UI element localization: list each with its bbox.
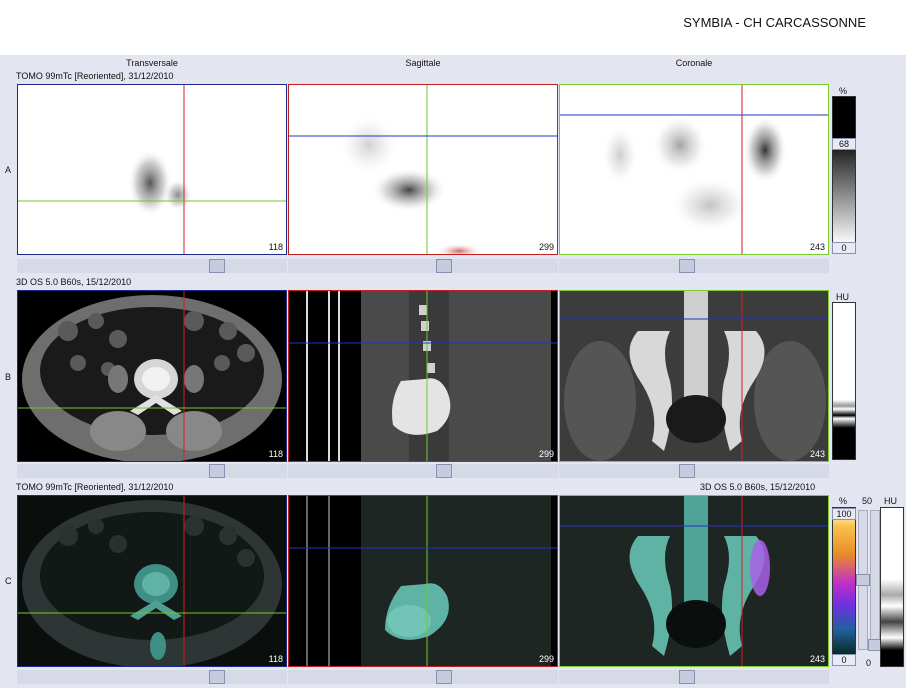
slider-thumb[interactable] [679,464,695,478]
slice-slider-b-transversal[interactable] [17,464,287,478]
viewport-c-sagittal[interactable]: 299 [288,495,558,667]
scale-c-unit-percent: % [839,496,848,506]
slider-thumb[interactable] [856,574,870,586]
site-title: SYMBIA - CH CARCASSONNE [683,15,866,30]
scale-a-marker-value[interactable]: 68 [832,138,856,150]
scale-b-unit: HU [836,292,849,302]
scale-c-blend-value: 50 [862,496,873,506]
slider-thumb[interactable] [436,464,452,478]
slice-slider-a-coronal[interactable] [559,259,829,273]
row-letter-b: B [5,372,12,382]
scale-c-level-slider[interactable] [856,510,870,650]
viewport-a-coronal[interactable]: 243 [559,84,829,255]
slice-slider-b-sagittal[interactable] [288,464,558,478]
slice-slider-c-coronal[interactable] [559,670,829,684]
column-label-coronal: Coronale [675,58,713,68]
row-b-series-info: 3D OS 5.0 B60s, 15/12/2010 [16,277,132,287]
viewport-b-coronal[interactable]: 243 [559,290,829,462]
slider-thumb[interactable] [679,259,695,273]
viewport-b-sagittal[interactable]: 299 [288,290,558,462]
slice-number: 243 [809,242,825,252]
row-c-series-info-right: 3D OS 5.0 B60s, 15/12/2010 [700,482,816,492]
viewport-a-sagittal[interactable]: 299 [288,84,558,255]
scale-c-unit-hu: HU [884,496,897,506]
slice-slider-a-transversal[interactable] [17,259,287,273]
slider-thumb[interactable] [436,259,452,273]
row-letter-a: A [5,165,12,175]
scale-c-hu-colorbar [880,507,904,667]
slice-number: 118 [268,654,283,664]
slice-number: 299 [538,242,554,252]
blend-slider[interactable] [868,510,882,651]
slice-number: 299 [538,449,554,459]
row-c-series-info-left: TOMO 99mTc [Reoriented], 31/12/2010 [16,482,174,492]
slice-slider-b-coronal[interactable] [559,464,829,478]
scale-c-min-value[interactable]: 0 [832,654,856,666]
slice-slider-c-transversal[interactable] [17,670,287,684]
row-letter-c: C [5,576,12,586]
slider-thumb[interactable] [209,464,225,478]
header-bar: SYMBIA - CH CARCASSONNE [0,0,906,55]
slice-number: 118 [268,449,283,459]
blend-min-value: 0 [866,658,872,668]
slider-thumb[interactable] [436,670,452,684]
scale-c-colorbar [832,507,856,665]
slider-thumb[interactable] [209,259,225,273]
slider-thumb[interactable] [209,670,225,684]
slice-number: 243 [809,654,825,664]
slider-thumb[interactable] [679,670,695,684]
slice-number: 299 [538,654,554,664]
column-label-transversal: Transversale [126,58,178,68]
scale-a-min-value[interactable]: 0 [832,242,856,254]
scale-a-unit: % [839,86,848,96]
viewport-c-coronal[interactable]: 243 [559,495,829,667]
slice-slider-a-sagittal[interactable] [288,259,558,273]
row-a-series-info: TOMO 99mTc [Reoriented], 31/12/2010 [16,71,174,81]
scale-c-max-value[interactable]: 100 [832,508,856,520]
slice-number: 243 [809,449,825,459]
slice-number: 118 [268,242,283,252]
viewport-b-transversal[interactable]: 118 [17,290,287,462]
viewport-c-transversal[interactable]: 118 [17,495,287,667]
viewport-a-transversal[interactable]: 118 [17,84,287,255]
scale-b-colorbar [832,302,856,460]
slice-slider-c-sagittal[interactable] [288,670,558,684]
column-label-sagittal: Sagittale [405,58,441,68]
scale-a-colorbar [832,96,856,246]
